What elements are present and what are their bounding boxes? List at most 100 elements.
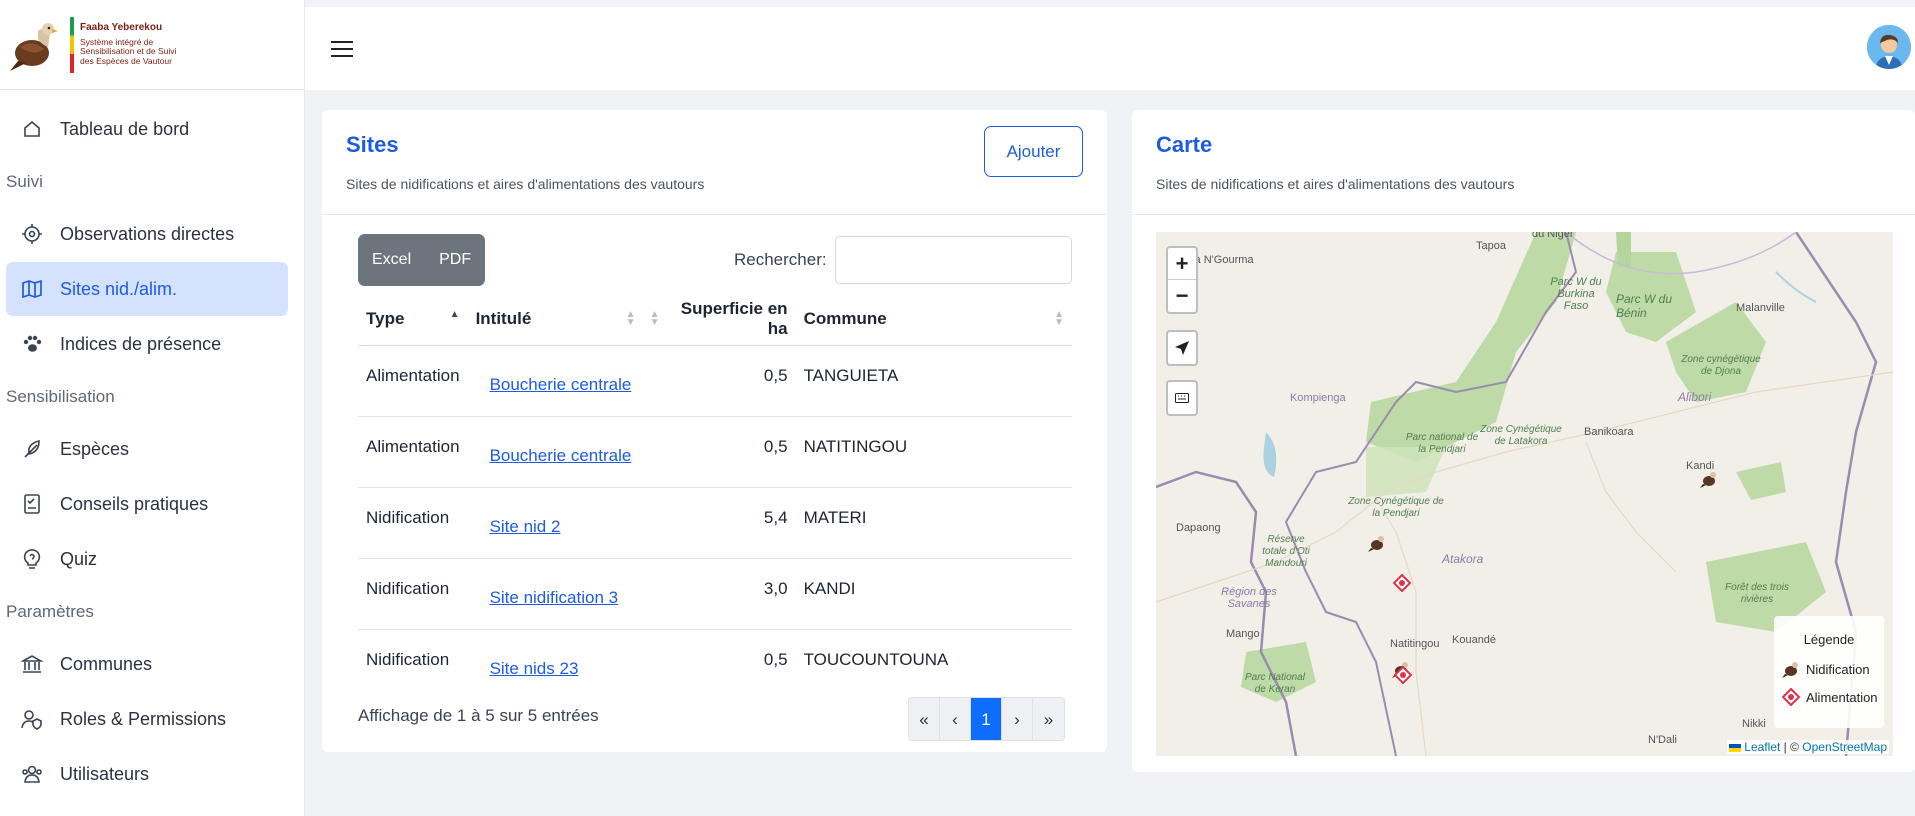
sidebar-item-utilisateurs[interactable]: Utilisateurs <box>6 747 288 801</box>
user-shield-icon <box>20 707 44 731</box>
pdf-export-button[interactable]: PDF <box>425 234 486 286</box>
map-view[interactable]: ida N'Gourma Tapoa du Niger Parc W du Bu… <box>1156 232 1893 756</box>
nidification-marker-icon[interactable] <box>1368 534 1386 552</box>
cell-type: Nidification <box>366 649 450 669</box>
site-link[interactable]: Site nids 23 <box>490 659 579 679</box>
keyboard-icon <box>1175 393 1189 403</box>
column-header-type[interactable]: Type ▲ <box>358 294 468 346</box>
legend-title: Légende <box>1803 632 1855 647</box>
sidebar-item-tableau-de-bord[interactable]: Tableau de bord <box>6 102 288 156</box>
sidebar-item-especes[interactable]: Espèces <box>6 422 288 476</box>
map-place-label: Atakora <box>1442 552 1484 566</box>
sites-table: Type ▲ Intitulé ▲ ▼ ▲ ▼ Superficie en ha C… <box>358 294 1072 700</box>
next-page-button[interactable]: › <box>1002 698 1033 740</box>
map-place-label: Parc National de Keran <box>1244 672 1306 695</box>
osm-link[interactable]: OpenStreetMap <box>1802 740 1887 754</box>
site-link[interactable]: Site nid 2 <box>490 517 561 537</box>
sidebar-item-roles[interactable]: Roles & Permissions <box>6 692 288 746</box>
table-row: Alimentation Boucherie centrale 0,5 TANG… <box>358 345 1072 417</box>
sidebar-section-parametres: Paramètres <box>6 602 94 621</box>
sidebar-item-observations[interactable]: Observations directes <box>6 207 288 261</box>
vulture-icon <box>1782 662 1798 678</box>
sidebar-item-quiz[interactable]: Quiz <box>6 532 288 586</box>
leaflet-link[interactable]: Leaflet <box>1744 740 1780 754</box>
help-bulb-icon <box>20 547 44 571</box>
site-link[interactable]: Boucherie centrale <box>490 375 632 395</box>
site-link[interactable]: Site nidification 3 <box>490 588 619 608</box>
cell-type: Nidification <box>358 558 468 630</box>
avatar[interactable] <box>1867 25 1911 69</box>
map-place-label: Réserve totale d'Oti Mandouri <box>1262 534 1310 569</box>
cell-type: Alimentation <box>358 345 468 417</box>
hamburger-menu-icon[interactable] <box>331 40 353 57</box>
nidification-marker-icon[interactable] <box>1700 470 1718 488</box>
sidebar-item-communes[interactable]: Communes <box>6 637 288 691</box>
sidebar-section-suivi: Suivi <box>6 172 43 191</box>
excel-export-button[interactable]: Excel <box>358 234 426 286</box>
sites-card: Sites Sites de nidifications et aires d'… <box>322 110 1107 752</box>
column-header-commune[interactable]: Commune ▲ ▼ <box>795 294 1072 346</box>
sidebar-item-sites[interactable]: Sites nid./alim. <box>6 262 288 316</box>
checklist-icon <box>20 492 44 516</box>
last-page-button[interactable]: » <box>1033 698 1064 740</box>
map-place-label: Kompienga <box>1290 392 1346 404</box>
map-place-label: Mango <box>1226 628 1260 640</box>
alimentation-marker-icon[interactable] <box>1393 574 1411 592</box>
site-link[interactable]: Boucherie centrale <box>490 446 632 466</box>
alimentation-marker-icon[interactable] <box>1394 666 1412 684</box>
locate-button[interactable] <box>1166 330 1198 366</box>
cell-area: 0,5 <box>663 345 796 417</box>
column-header-superficie[interactable]: Superficie en ha <box>663 294 796 346</box>
column-header-intitule[interactable]: Intitulé ▲ ▼ ▲ ▼ <box>467 294 664 346</box>
paw-icon <box>20 332 44 356</box>
cell-area: 5,4 <box>663 487 796 559</box>
zoom-out-button[interactable]: − <box>1168 280 1196 312</box>
sidebar-item-conseils[interactable]: Conseils pratiques <box>6 477 288 531</box>
map-place-label: N'Dali <box>1648 734 1677 746</box>
brand-color-bar <box>70 16 74 73</box>
cell-area: 0,5 <box>663 416 796 488</box>
sort-icon: ▲ ▼ <box>625 309 636 328</box>
export-button-group: Excel PDF <box>358 234 486 286</box>
table-row: Alimentation Boucherie centrale 0,5 NATI… <box>358 416 1072 488</box>
prev-page-button[interactable]: ‹ <box>940 698 971 740</box>
map-place-label: Parc national de la Pendjari <box>1405 432 1479 455</box>
add-site-button[interactable]: Ajouter <box>984 126 1083 177</box>
page-1-button[interactable]: 1 <box>971 698 1002 740</box>
sidebar-item-label: Communes <box>60 653 153 674</box>
cell-area: 3,0 <box>663 558 796 630</box>
map-place-label: Malanville <box>1736 302 1785 314</box>
brand-subtitle: Système intégré de Sensibilisation et de… <box>80 36 177 67</box>
attribution-separator: | © <box>1780 740 1803 754</box>
divider <box>322 214 1107 215</box>
map-place-label: Banikoara <box>1584 426 1634 438</box>
diamond-marker-icon <box>1782 688 1800 706</box>
users-icon <box>20 762 44 786</box>
sidebar-item-label: Quiz <box>60 548 98 569</box>
building-icon <box>20 652 44 676</box>
brand[interactable]: Faaba Yeberekou Système intégré de Sensi… <box>0 0 304 90</box>
legend-item: Alimentation <box>1782 685 1884 709</box>
cell-commune: KANDI <box>795 558 1072 630</box>
ukraine-flag-icon <box>1728 743 1741 752</box>
sidebar-item-label: Observations directes <box>60 223 235 244</box>
map-legend: Légende Nidification Alimentation <box>1774 616 1884 728</box>
sort-icon: ▲ ▼ <box>649 309 660 328</box>
map-place-label: du Niger <box>1532 232 1574 240</box>
cell-type: Nidification <box>358 487 468 559</box>
map-place-label: Zone Cynégétique de la Pendjari <box>1348 496 1444 519</box>
zoom-in-button[interactable]: + <box>1168 248 1196 280</box>
sidebar-item-label: Indices de présence <box>60 333 222 354</box>
vulture-logo-icon <box>10 22 58 71</box>
first-page-button[interactable]: « <box>909 698 940 740</box>
sidebar-section-sensibilisation: Sensibilisation <box>6 387 115 406</box>
sidebar-item-label: Sites nid./alim. <box>60 278 178 299</box>
sites-title: Sites <box>346 132 399 157</box>
fullscreen-button[interactable] <box>1166 380 1198 416</box>
divider <box>1132 214 1915 215</box>
sidebar-item-indices[interactable]: Indices de présence <box>6 317 288 371</box>
search-input[interactable] <box>835 236 1072 284</box>
sidebar-item-label: Utilisateurs <box>60 763 150 784</box>
map-place-label: Région des Savanes <box>1221 586 1277 610</box>
cell-commune: TANGUIETA <box>795 345 1072 417</box>
